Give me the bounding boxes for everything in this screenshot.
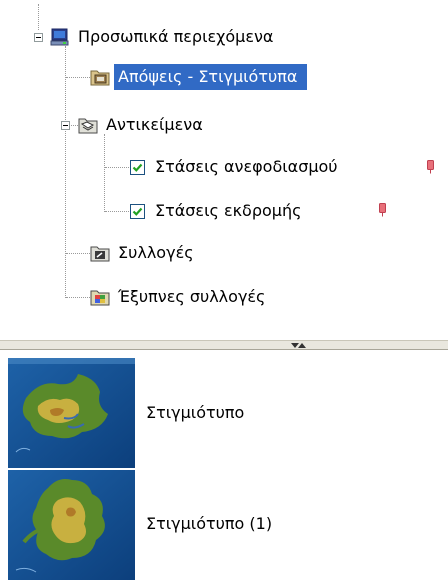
pane-splitter[interactable] xyxy=(0,340,448,350)
smart-collections-folder-icon xyxy=(90,290,110,306)
collections-folder-icon xyxy=(90,246,110,262)
collections-label: Συλλογές xyxy=(118,243,194,262)
tree-line xyxy=(105,211,129,212)
smart-collections-label: Έξυπνες συλλογές xyxy=(118,287,266,306)
tree-line xyxy=(65,46,66,298)
content-tree: Προσωπικά περιεχόμενα Απόψεις - Στιγμιότ… xyxy=(0,0,448,340)
snapshot-item[interactable]: Στιγμιότυπο xyxy=(0,358,448,470)
check-icon xyxy=(132,163,143,172)
snapshot-thumbnail xyxy=(8,358,135,468)
collapse-root-toggle[interactable] xyxy=(34,33,43,42)
collapse-objects-toggle[interactable] xyxy=(61,121,70,130)
tree-line xyxy=(105,167,129,168)
snapshot-list: Στιγμιότυπο Στιγμιότυπο (1) xyxy=(0,350,448,581)
objects-folder-icon xyxy=(78,118,98,134)
snapshot-folder-icon xyxy=(90,70,110,86)
check-icon xyxy=(132,207,143,216)
tree-line xyxy=(66,253,90,254)
splitter-grip-icon[interactable] xyxy=(282,342,314,350)
excursion-stops-checkbox[interactable] xyxy=(130,203,145,219)
refuel-stops-label: Στάσεις ανεφοδιασμού xyxy=(155,157,338,176)
marker-pin-icon xyxy=(427,160,434,174)
snapshot-label: Στιγμιότυπο xyxy=(146,403,245,422)
snapshot-item[interactable]: Στιγμιότυπο (1) xyxy=(0,470,448,582)
excursion-stops-label: Στάσεις εκδρομής xyxy=(155,201,302,220)
tree-line xyxy=(66,77,90,78)
tree-item-excursion-stops[interactable]: Στάσεις εκδρομής xyxy=(130,198,306,224)
tree-line xyxy=(66,297,90,298)
tree-item-smart-collections[interactable]: Έξυπνες συλλογές xyxy=(90,284,269,310)
views-label: Απόψεις - Στιγμιότυπα xyxy=(114,64,308,90)
computer-icon xyxy=(50,28,69,46)
refuel-stops-checkbox[interactable] xyxy=(130,159,145,175)
root-label: Προσωπικά περιεχόμενα xyxy=(78,27,274,46)
tree-item-refuel-stops[interactable]: Στάσεις ανεφοδιασμού xyxy=(130,154,342,180)
objects-label: Αντικείμενα xyxy=(106,115,203,134)
snapshot-label: Στιγμιότυπο (1) xyxy=(146,514,273,533)
tree-line xyxy=(104,134,105,212)
tree-item-objects[interactable]: Αντικείμενα xyxy=(78,112,207,138)
snapshot-thumbnail xyxy=(8,470,135,580)
tree-item-collections[interactable]: Συλλογές xyxy=(90,240,198,266)
tree-root-node[interactable]: Προσωπικά περιεχόμενα xyxy=(50,24,277,50)
marker-pin-icon xyxy=(379,203,386,217)
tree-item-views[interactable]: Απόψεις - Στιγμιότυπα xyxy=(90,64,308,90)
tree-line xyxy=(38,4,39,30)
